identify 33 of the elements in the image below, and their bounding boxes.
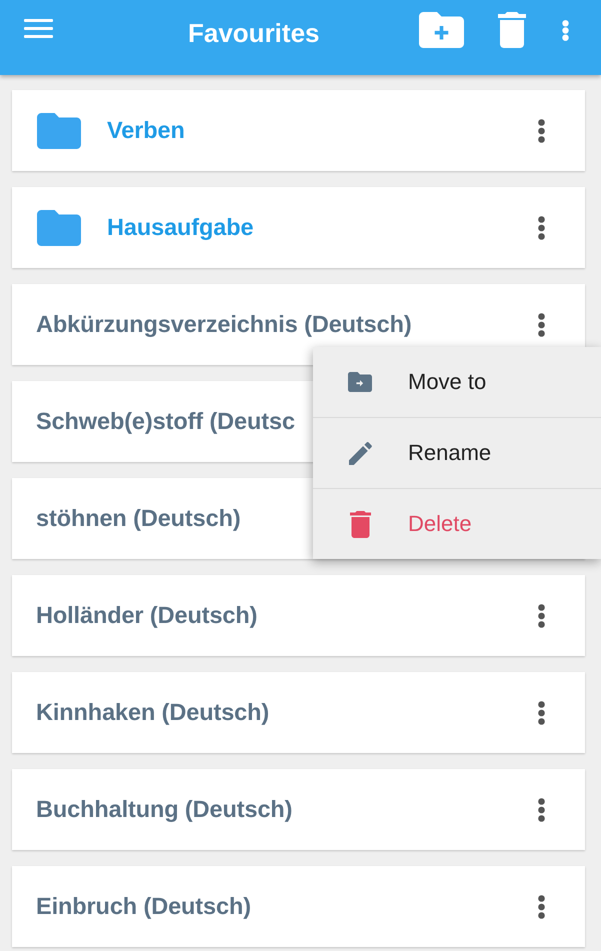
folder-plus-icon[interactable]	[419, 12, 464, 48]
item-title: Holländer (Deutsch)	[36, 602, 258, 629]
favourite-card[interactable]: Buchhaltung (Deutsch)	[12, 769, 585, 850]
more-icon[interactable]	[538, 312, 545, 336]
trash-icon	[350, 510, 370, 538]
folder-icon	[37, 210, 81, 246]
folder-icon	[37, 112, 81, 148]
item-title: Einbruch (Deutsch)	[36, 893, 251, 920]
item-title: Abkürzungsverzeichnis (Deutsch)	[36, 311, 412, 338]
favourite-card[interactable]: Kinnhaken (Deutsch)	[12, 672, 585, 753]
more-icon[interactable]	[538, 894, 545, 918]
more-icon[interactable]	[538, 604, 545, 628]
screen-title: Favourites	[188, 18, 320, 48]
more-icon[interactable]	[538, 700, 545, 724]
menu-item[interactable]: Delete	[313, 488, 601, 559]
item-title: Verben	[107, 117, 185, 144]
more-icon[interactable]	[538, 798, 545, 822]
favourite-card[interactable]: Einbruch (Deutsch)	[12, 866, 585, 947]
more-icon[interactable]	[538, 216, 545, 240]
menu-item[interactable]: Rename	[313, 417, 601, 488]
item-title: Hausaufgabe	[107, 214, 254, 241]
folder-card[interactable]: Hausaufgabe	[12, 187, 585, 268]
folder-arrow-icon	[348, 372, 372, 392]
item-title: stöhnen (Deutsch)	[36, 505, 241, 532]
more-icon[interactable]	[538, 118, 545, 142]
trash-icon[interactable]	[498, 12, 526, 48]
item-title: Kinnhaken (Deutsch)	[36, 699, 270, 726]
favourite-card[interactable]: Holländer (Deutsch)	[12, 575, 585, 656]
pencil-icon	[348, 442, 372, 464]
item-title: Buchhaltung (Deutsch)	[36, 796, 292, 823]
item-title: Schweb(e)stoff (Deutsc	[36, 408, 295, 435]
folder-card[interactable]: Verben	[12, 90, 585, 171]
menu-icon[interactable]	[24, 19, 53, 38]
